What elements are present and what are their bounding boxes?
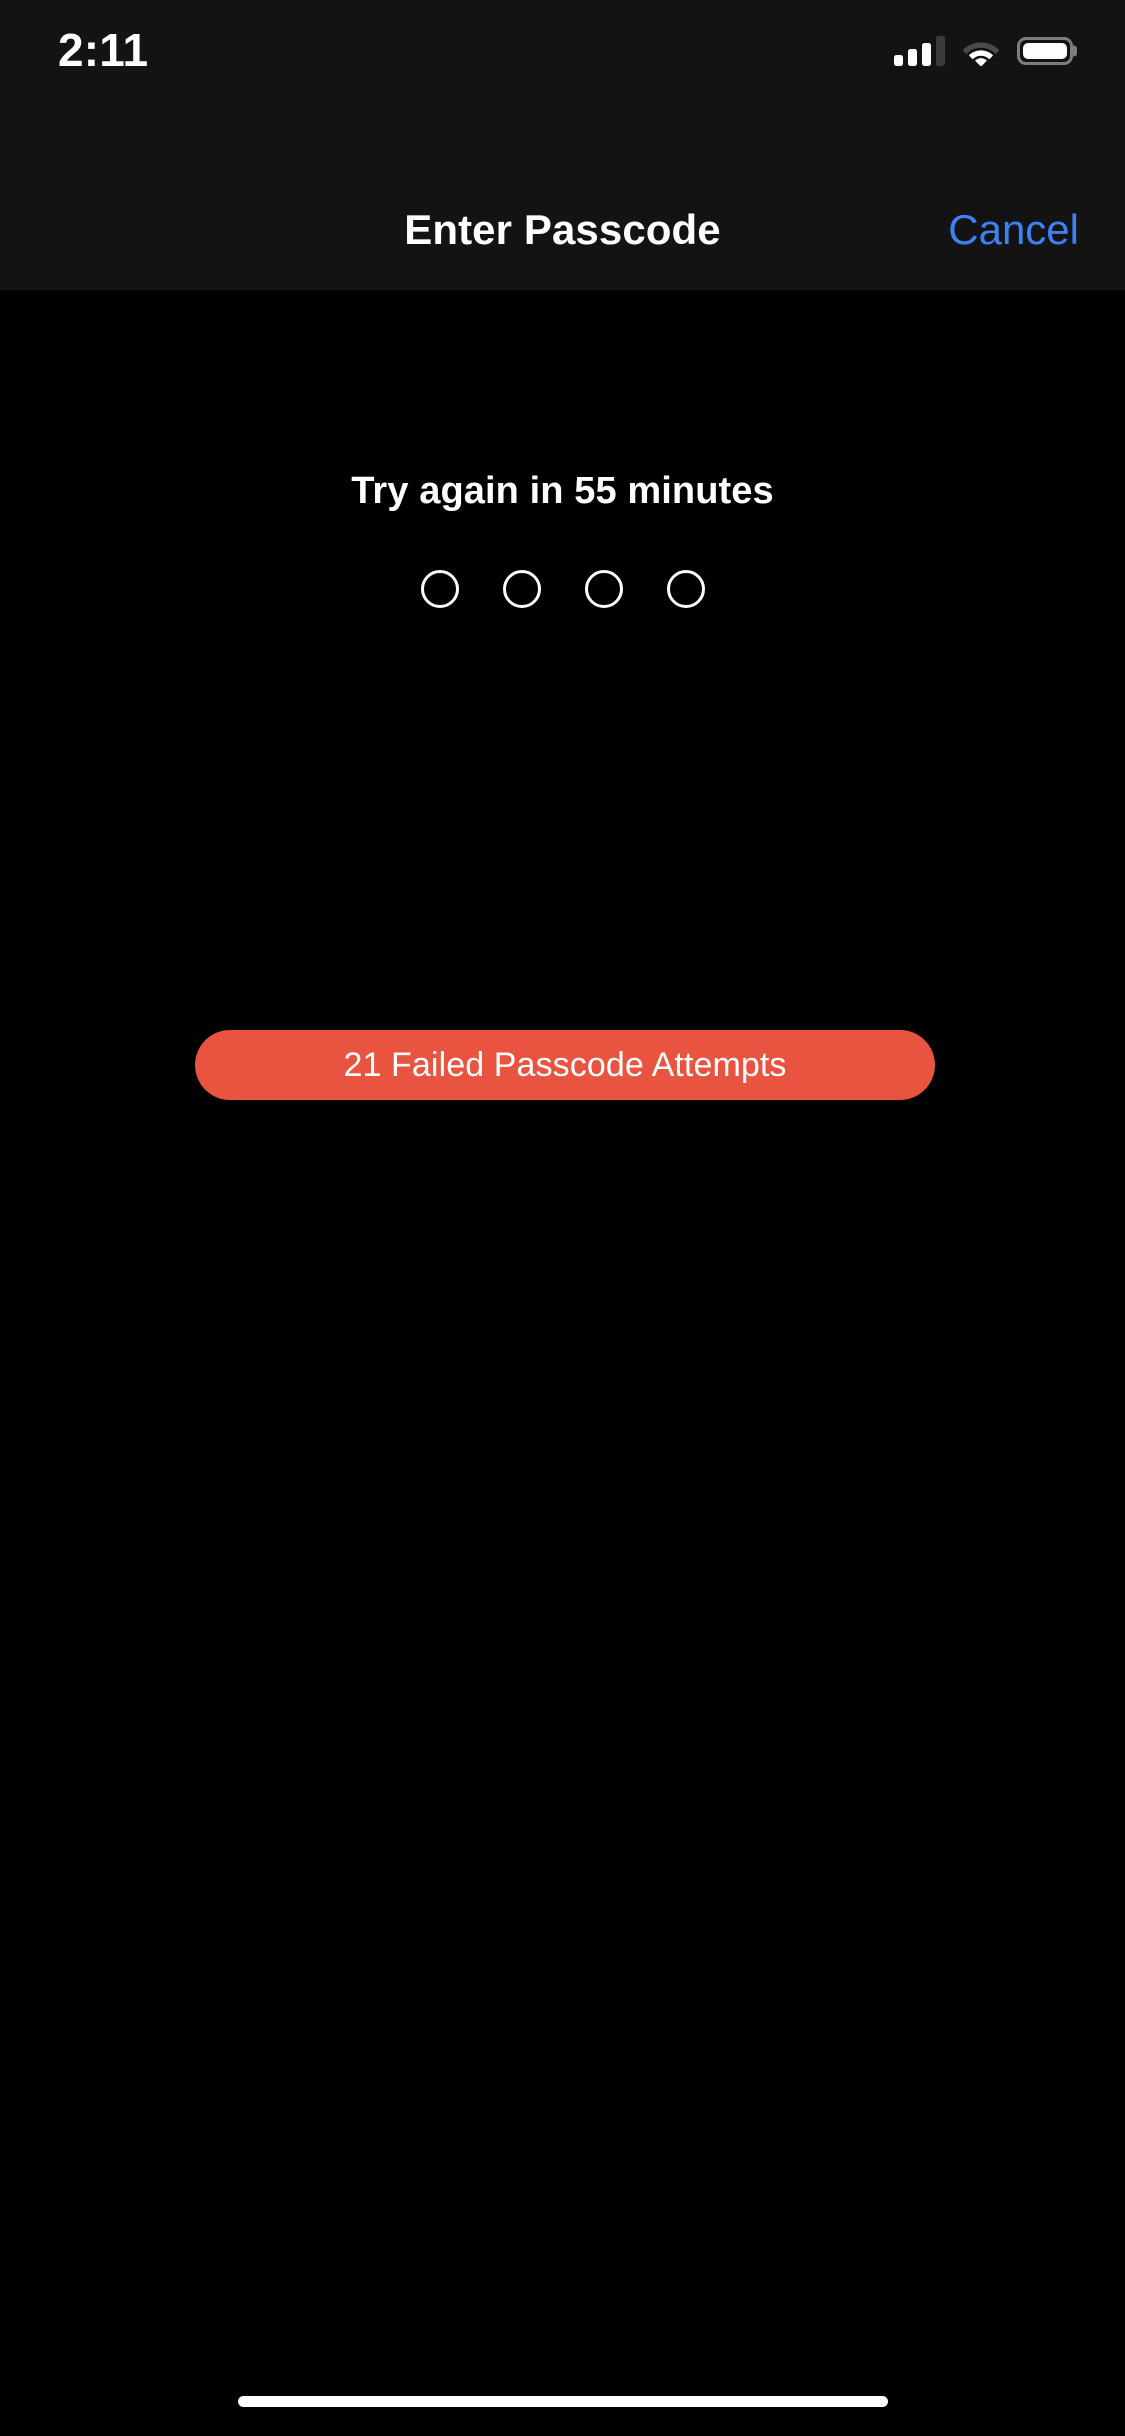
- navigation-bar: Enter Passcode Cancel: [0, 170, 1125, 290]
- passcode-dot: [502, 570, 541, 608]
- passcode-dot: [420, 570, 459, 608]
- retry-timeout-message: Try again in 55 minutes: [351, 470, 774, 512]
- passcode-dot: [666, 570, 705, 608]
- cellular-bar-1: [894, 55, 903, 66]
- passcode-content: Try again in 55 minutes 21 Failed Passco…: [0, 290, 1125, 2436]
- passcode-lock-screen: 2:11 Enter Passcode Cancel Try again in …: [0, 0, 1125, 2436]
- wifi-icon: [962, 42, 1000, 66]
- passcode-dot: [584, 570, 623, 608]
- cellular-bar-3: [922, 43, 931, 66]
- cancel-button[interactable]: Cancel: [932, 170, 1095, 290]
- passcode-dot-field[interactable]: [0, 567, 1125, 611]
- status-bar: 2:11: [0, 0, 1125, 170]
- cellular-bar-2: [908, 49, 917, 66]
- battery-cap: [1073, 45, 1077, 57]
- cellular-bar-4: [936, 36, 945, 66]
- status-bar-time: 2:11: [58, 24, 149, 76]
- failed-attempts-badge: 21 Failed Passcode Attempts: [195, 1030, 935, 1100]
- status-bar-icons: [894, 30, 1077, 72]
- battery-fill: [1023, 43, 1067, 59]
- battery-icon: [1017, 37, 1077, 65]
- home-indicator[interactable]: [237, 2396, 888, 2407]
- cellular-signal-icon: [894, 36, 945, 66]
